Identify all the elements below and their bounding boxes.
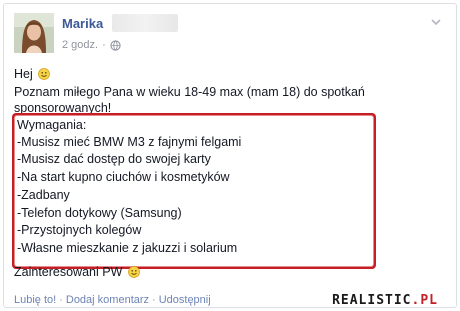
author-name[interactable]: Marika — [62, 16, 103, 31]
chevron-down-icon[interactable] — [430, 16, 442, 28]
smile-icon — [38, 68, 51, 80]
greeting-line: Hej — [14, 67, 51, 82]
avatar[interactable] — [14, 13, 54, 53]
post-card: Marika 2 godz. · Hej Poznam miłego Pana … — [3, 3, 457, 308]
requirement-item: -Własne mieszkanie z jakuzzi i solarium — [17, 241, 238, 255]
requirement-item: -Telefon dotykowy (Samsung) — [17, 206, 182, 220]
requirement-item: -Musisz dać dostęp do swojej karty — [17, 152, 211, 166]
watermark-suffix: .PL — [411, 293, 438, 308]
profile-photo — [14, 13, 54, 53]
smile-icon — [127, 266, 140, 278]
globe-icon[interactable] — [110, 39, 121, 51]
action-separator: · — [59, 294, 63, 306]
closing-text: Zainteresowani PW — [14, 265, 123, 279]
post-time[interactable]: 2 godz. — [62, 39, 98, 51]
closing-line: Zainteresowani PW — [14, 265, 140, 280]
action-separator: · — [152, 294, 156, 306]
share-link[interactable]: Udostępnij — [159, 294, 211, 306]
like-link[interactable]: Lubię to! — [14, 294, 56, 306]
watermark-text: REALISTIC — [332, 293, 412, 308]
requirement-item: -Przystojnych kolegów — [17, 223, 142, 237]
requirement-item: -Musisz mieć BMW M3 z fajnymi felgami — [17, 135, 242, 149]
requirement-item: -Na start kupno ciuchów i kosmetyków — [17, 170, 230, 184]
redacted-surname — [112, 14, 178, 32]
comment-link[interactable]: Dodaj komentarz — [66, 294, 149, 306]
requirement-item: -Zadbany — [17, 188, 70, 202]
post-actions: Lubię to! · Dodaj komentarz · Udostępnij — [14, 294, 211, 306]
requirements-heading: Wymagania: — [17, 118, 87, 132]
intro-line-1: Poznam miłego Pana w wieku 18-49 max (ma… — [14, 85, 365, 99]
greeting-text: Hej — [14, 67, 33, 81]
separator-dot: · — [102, 39, 106, 51]
post-meta: 2 godz. · — [62, 39, 121, 51]
watermark-logo: REALISTIC.PL — [332, 293, 438, 308]
